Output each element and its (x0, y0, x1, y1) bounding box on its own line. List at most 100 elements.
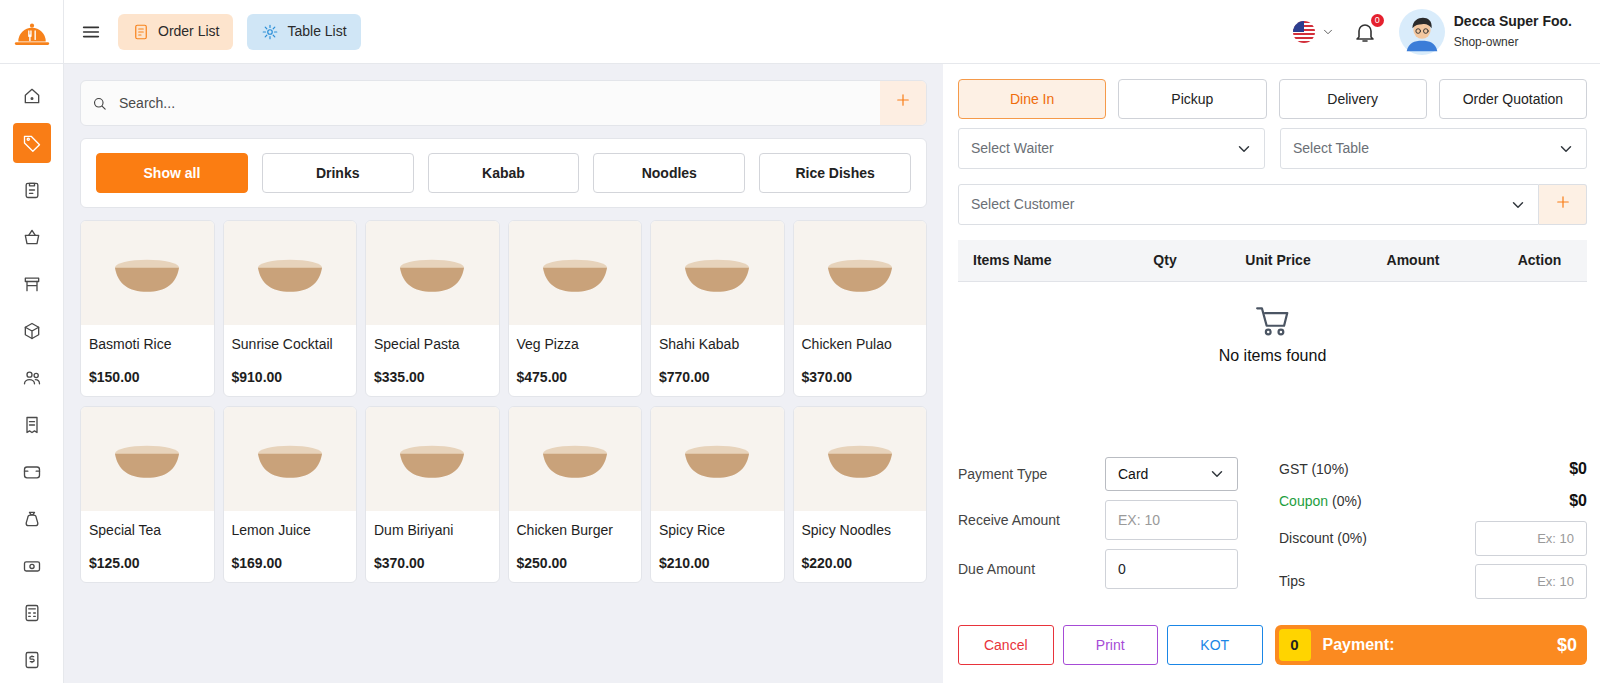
product-image[interactable] (509, 221, 642, 325)
sidebar-item[interactable] (13, 217, 51, 257)
user-role[interactable]: Shop-owner (1454, 35, 1572, 49)
store-icon[interactable] (22, 274, 42, 294)
product-image[interactable] (651, 407, 784, 511)
product-card[interactable]: Shahi Kabab$770.00 (650, 220, 785, 397)
payment-button[interactable]: 0Payment:$0 (1275, 625, 1588, 665)
product-card[interactable]: Veg Pizza$475.00 (508, 220, 643, 397)
product-price[interactable]: $169.00 (224, 541, 357, 582)
product-name[interactable]: Shahi Kabab (651, 325, 784, 355)
user-info[interactable]: Decca Super Foo. Shop-owner (1454, 13, 1572, 49)
product-price[interactable]: $370.00 (366, 541, 499, 582)
table-select[interactable]: Select Table (1280, 128, 1587, 169)
sidebar-item[interactable] (13, 405, 51, 445)
tag-icon[interactable] (22, 133, 42, 153)
due-amount-input[interactable] (1105, 549, 1238, 589)
product-image[interactable] (794, 407, 927, 511)
search-input[interactable] (117, 81, 880, 125)
product-image[interactable] (224, 407, 357, 511)
order-type-tab[interactable]: Delivery (1279, 79, 1427, 119)
sidebar-item[interactable] (13, 123, 51, 163)
top-nav-label[interactable]: Order List (158, 21, 219, 42)
product-price[interactable]: $770.00 (651, 355, 784, 396)
product-name[interactable]: Basmoti Rice (81, 325, 214, 355)
add-customer-button[interactable] (1539, 184, 1587, 225)
product-image[interactable] (81, 221, 214, 325)
product-image[interactable] (366, 407, 499, 511)
sidebar-item[interactable] (13, 546, 51, 586)
product-card[interactable]: Dum Biriyani$370.00 (365, 406, 500, 583)
kot-button[interactable]: KOT (1167, 625, 1263, 665)
payment-type-select[interactable]: Card (1105, 457, 1238, 491)
user-name[interactable]: Decca Super Foo. (1454, 13, 1572, 30)
us-flag-icon[interactable] (1292, 20, 1316, 44)
product-card[interactable]: Spicy Rice$210.00 (650, 406, 785, 583)
product-image[interactable] (509, 407, 642, 511)
product-price[interactable]: $370.00 (794, 355, 927, 396)
payment-label[interactable]: Payment: (1323, 633, 1395, 657)
order-type-tab[interactable]: Pickup (1118, 79, 1266, 119)
product-card[interactable]: Sunrise Cocktail$910.00 (223, 220, 358, 397)
waiter-select[interactable]: Select Waiter (958, 128, 1265, 169)
product-name[interactable]: Special Pasta (366, 325, 499, 355)
receipt-icon[interactable] (22, 415, 42, 435)
sidebar-item[interactable] (13, 452, 51, 492)
sidebar-item[interactable] (13, 358, 51, 398)
cancel-button[interactable]: Cancel (958, 625, 1054, 665)
payment-total[interactable]: $0 (1557, 632, 1577, 659)
product-price[interactable]: $210.00 (651, 541, 784, 582)
product-price[interactable]: $220.00 (794, 541, 927, 582)
product-card[interactable]: Lemon Juice$169.00 (223, 406, 358, 583)
sidebar-item[interactable] (13, 640, 51, 680)
product-name[interactable]: Chicken Pulao (794, 325, 927, 355)
discount-input[interactable] (1475, 521, 1587, 556)
product-name[interactable]: Lemon Juice (224, 511, 357, 541)
product-name[interactable]: Spicy Noodles (794, 511, 927, 541)
notifications[interactable]: 0 (1353, 20, 1377, 44)
order-type-tab[interactable]: Dine In (958, 79, 1106, 119)
top-nav-button[interactable]: Order List (118, 14, 233, 50)
calculator-icon[interactable] (22, 603, 42, 623)
product-name[interactable]: Veg Pizza (509, 325, 642, 355)
product-price[interactable]: $250.00 (509, 541, 642, 582)
avatar-icon[interactable] (1399, 9, 1445, 55)
tips-input[interactable] (1475, 564, 1587, 599)
home-icon[interactable] (22, 86, 42, 106)
product-price[interactable]: $335.00 (366, 355, 499, 396)
sidebar-item[interactable] (13, 76, 51, 116)
print-button[interactable]: Print (1063, 625, 1159, 665)
product-name[interactable]: Spicy Rice (651, 511, 784, 541)
category-button[interactable]: Kabab (428, 153, 580, 193)
product-image[interactable] (81, 407, 214, 511)
user-menu[interactable]: Decca Super Foo. Shop-owner (1399, 9, 1572, 55)
hamburger-icon[interactable] (80, 21, 102, 43)
product-name[interactable]: Chicken Burger (509, 511, 642, 541)
product-price[interactable]: $125.00 (81, 541, 214, 582)
product-card[interactable]: Special Pasta$335.00 (365, 220, 500, 397)
product-image[interactable] (224, 221, 357, 325)
sidebar-item[interactable] (13, 499, 51, 539)
product-card[interactable]: Basmoti Rice$150.00 (80, 220, 215, 397)
order-type-tab[interactable]: Order Quotation (1439, 79, 1587, 119)
top-nav-button[interactable]: Table List (247, 14, 360, 50)
money-bag-icon[interactable] (22, 509, 42, 529)
logo[interactable] (0, 0, 64, 63)
clipboard-icon[interactable] (22, 180, 42, 200)
category-button[interactable]: Rice Dishes (759, 153, 911, 193)
product-name[interactable]: Dum Biriyani (366, 511, 499, 541)
plus-icon[interactable] (1554, 193, 1572, 211)
customer-select[interactable]: Select Customer (958, 184, 1539, 225)
top-nav-label[interactable]: Table List (287, 21, 346, 42)
product-name[interactable]: Special Tea (81, 511, 214, 541)
logo-icon[interactable] (13, 17, 51, 47)
product-image[interactable] (366, 221, 499, 325)
cash-icon[interactable] (22, 556, 42, 576)
basket-icon[interactable] (22, 227, 42, 247)
product-image[interactable] (794, 221, 927, 325)
notification-badge[interactable]: 0 (1371, 14, 1384, 27)
product-image[interactable] (651, 221, 784, 325)
product-price[interactable]: $150.00 (81, 355, 214, 396)
add-item-button[interactable] (880, 81, 926, 125)
sidebar-item[interactable] (13, 170, 51, 210)
receive-amount-input[interactable] (1105, 500, 1238, 540)
plus-icon[interactable] (894, 91, 912, 109)
